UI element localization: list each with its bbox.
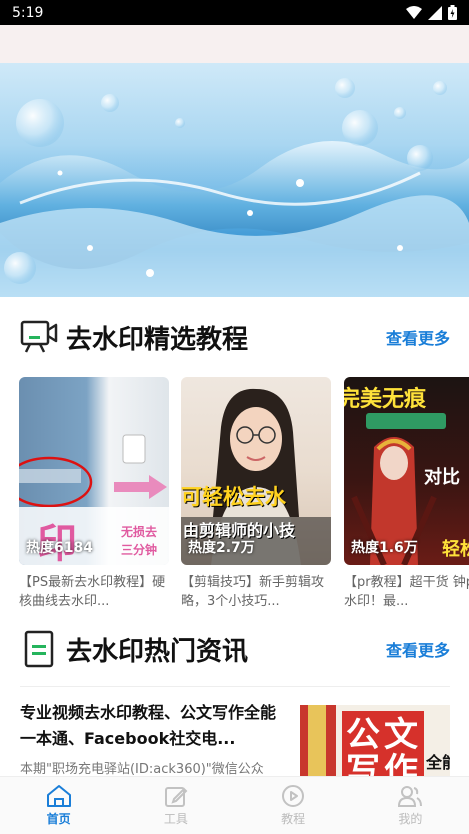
document-icon xyxy=(24,630,54,668)
water-banner[interactable] xyxy=(0,63,469,297)
tutorial-card[interactable]: 印 无损去 三分钟 热度6184 【PS最新去水印教程】硬核曲线去水印... xyxy=(19,377,169,609)
tab-label: 工具 xyxy=(163,812,188,826)
water-splash-image xyxy=(0,78,469,297)
hot-news-label: 去水印热门资讯 xyxy=(66,636,249,667)
heat-badge: 热度6184 xyxy=(26,540,93,556)
tutorial-title: 【pr教程】超干货 钟pr去水印！最... xyxy=(344,575,469,609)
card2-caption1: 可轻松去水 xyxy=(181,485,286,509)
wifi-icon xyxy=(406,5,422,19)
news-item[interactable]: 专业视频去水印教程、公文写作全能一本通、Facebook社交电... 本期"职场… xyxy=(20,700,450,777)
section-divider xyxy=(20,686,450,687)
featured-tutorials-label: 去水印精选教程 xyxy=(66,324,249,355)
bottom-tab-bar: 首页 工具 教程 我的 xyxy=(0,776,469,834)
card1-side-text2: 三分钟 xyxy=(121,543,158,557)
heat-badge: 热度1.6万 xyxy=(351,540,418,556)
play-icon xyxy=(282,785,305,807)
news-description: 本期"职场充电驿站(ID:ack360)"微信公众 xyxy=(20,762,264,777)
signal-icon xyxy=(428,5,442,20)
tutorial-title: 【剪辑技巧】新手剪辑攻略，3个小技巧... xyxy=(181,575,325,609)
battery-icon xyxy=(448,5,457,20)
tutorial-carousel[interactable]: 印 无损去 三分钟 热度6184 【PS最新去水印教程】硬核曲线去水印... 可… xyxy=(19,377,469,609)
featured-tutorials-header: 去水印精选教程 查看更多 xyxy=(20,317,450,357)
news-title: 专业视频去水印教程、公文写作全能一本通、Facebook社交电... xyxy=(20,703,277,748)
tab-tutorials[interactable]: 教程 xyxy=(235,777,352,834)
news-thumb-text2: 写作 xyxy=(346,751,422,777)
card3-bottom: 轻松 xyxy=(442,539,469,560)
news-thumb-text3: 全能 xyxy=(426,753,450,772)
tutorial-thumbnail: 完美无痕 对比 轻松 热度1.6万 xyxy=(344,377,469,565)
video-camera-icon xyxy=(20,320,58,353)
status-bar: 5:19 xyxy=(0,0,469,25)
tab-home[interactable]: 首页 xyxy=(0,777,117,834)
user-icon xyxy=(398,786,423,807)
tab-label: 我的 xyxy=(398,812,423,826)
header-spacer xyxy=(0,25,469,63)
card3-compare: 对比 xyxy=(424,467,460,488)
heat-badge: 热度2.7万 xyxy=(188,540,255,556)
hot-news-header: 去水印热门资讯 查看更多 xyxy=(20,629,450,669)
status-icons xyxy=(406,5,457,20)
tab-label: 首页 xyxy=(46,812,71,826)
tutorial-card[interactable]: 可轻松去水 由剪辑师的小技 热度2.7万 【剪辑技巧】新手剪辑攻略，3个小技巧.… xyxy=(181,377,331,609)
tutorial-thumbnail: 印 无损去 三分钟 热度6184 xyxy=(19,377,169,565)
tutorial-card[interactable]: 完美无痕 对比 轻松 热度1.6万 【pr教程】超干货 钟pr去水印！最... xyxy=(344,377,469,609)
tutorial-thumbnail: 可轻松去水 由剪辑师的小技 热度2.7万 xyxy=(181,377,331,565)
home-icon xyxy=(46,785,71,807)
tutorial-title: 【PS最新去水印教程】硬核曲线去水印... xyxy=(19,575,166,609)
status-time: 5:19 xyxy=(12,4,44,21)
featured-more-link[interactable]: 查看更多 xyxy=(386,325,450,349)
edit-icon xyxy=(164,787,188,807)
tab-tools[interactable]: 工具 xyxy=(117,777,234,834)
card3-headline: 完美无痕 xyxy=(344,387,427,412)
tab-profile[interactable]: 我的 xyxy=(352,777,469,834)
news-thumbnail: 公文 写作 全能 xyxy=(300,705,450,777)
card1-side-text1: 无损去 xyxy=(121,525,158,539)
tab-label: 教程 xyxy=(281,812,306,826)
hot-news-title: 去水印热门资讯 xyxy=(20,630,248,668)
news-more-link[interactable]: 查看更多 xyxy=(386,637,450,661)
featured-tutorials-title: 去水印精选教程 xyxy=(20,319,248,356)
